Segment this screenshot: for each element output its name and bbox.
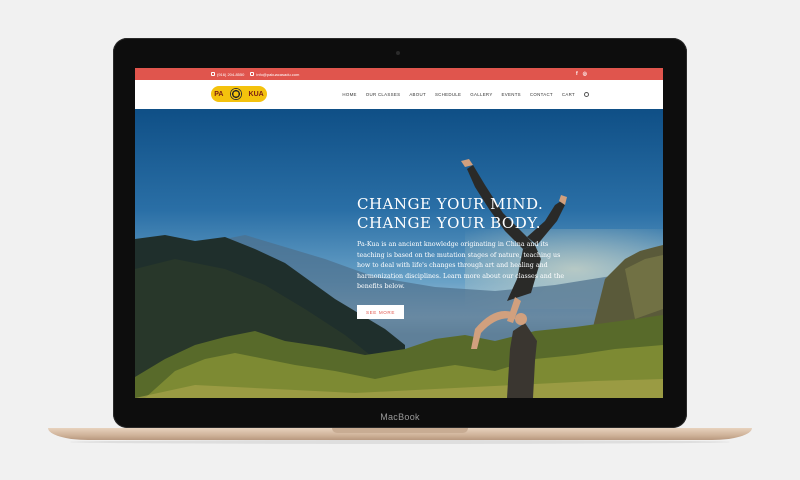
mail-icon <box>250 72 255 76</box>
email-address: info@pakuacasadu.com <box>256 72 300 77</box>
top-contact-bar: (916) 204-8550 info@pakuacasadu.com f ◎ <box>135 68 663 80</box>
phone-item[interactable]: (916) 204-8550 <box>211 72 244 77</box>
nav-item-about[interactable]: ABOUT <box>409 92 426 97</box>
nav-item-schedule[interactable]: SCHEDULE <box>435 92 461 97</box>
nav-item-events[interactable]: EVENTS <box>502 92 521 97</box>
hero-section: CHANGE YOUR MIND. CHANGE YOUR BODY. Pa-K… <box>135 109 663 398</box>
facebook-icon[interactable]: f <box>576 71 578 77</box>
nav-item-contact[interactable]: CONTACT <box>530 92 553 97</box>
see-more-button[interactable]: SEE MORE <box>357 305 404 319</box>
camera-icon <box>396 51 400 55</box>
nav-item-home[interactable]: HOME <box>342 92 356 97</box>
laptop-base-notch <box>332 428 468 433</box>
instagram-icon[interactable]: ◎ <box>583 71 587 77</box>
device-label: MacBook <box>380 412 420 422</box>
site-logo[interactable]: PA KUA <box>211 86 267 102</box>
email-item[interactable]: info@pakuacasadu.com <box>250 72 299 77</box>
nav-item-our-classes[interactable]: OUR CLASSES <box>366 92 401 97</box>
search-icon[interactable] <box>584 92 589 97</box>
phone-icon <box>211 72 215 76</box>
hero-title: CHANGE YOUR MIND. CHANGE YOUR BODY. <box>357 195 543 233</box>
main-navbar: PA KUA HOME OUR CLASSES ABOUT SCHEDULE G… <box>135 80 663 109</box>
contact-info: (916) 204-8550 info@pakuacasadu.com <box>211 72 299 77</box>
social-links: f ◎ <box>576 71 587 77</box>
nav-item-cart[interactable]: CART <box>562 92 575 97</box>
hero-title-line-2: CHANGE YOUR BODY. <box>357 214 541 232</box>
logo-seal-icon <box>230 88 243 100</box>
nav-item-gallery[interactable]: GALLERY <box>470 92 492 97</box>
phone-number: (916) 204-8550 <box>217 72 245 77</box>
browser-screen: (916) 204-8550 info@pakuacasadu.com f ◎ … <box>135 68 663 398</box>
hero-title-line-1: CHANGE YOUR MIND. <box>357 195 544 213</box>
logo-right-text: KUA <box>248 90 264 98</box>
laptop-shadow <box>70 440 730 444</box>
hero-description: Pa-Kua is an ancient knowledge originati… <box>357 241 565 290</box>
logo-left-text: PA <box>214 90 224 98</box>
nav-menu: HOME OUR CLASSES ABOUT SCHEDULE GALLERY … <box>342 92 589 97</box>
